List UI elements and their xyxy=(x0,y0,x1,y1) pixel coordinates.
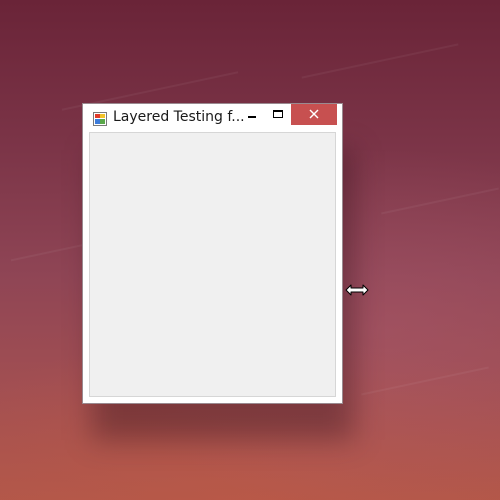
wallpaper-streak xyxy=(361,366,489,396)
maximize-button[interactable] xyxy=(265,104,291,125)
minimize-icon xyxy=(248,116,256,118)
app-window[interactable]: Layered Testing f... xyxy=(82,103,343,404)
close-button[interactable] xyxy=(291,104,337,125)
resize-horizontal-cursor-icon xyxy=(345,282,369,296)
title-bar[interactable]: Layered Testing f... xyxy=(83,104,342,132)
window-title: Layered Testing f... xyxy=(113,109,245,125)
wallpaper-streak xyxy=(381,187,499,215)
minimize-button[interactable] xyxy=(239,104,265,125)
client-area[interactable] xyxy=(89,132,336,397)
wallpaper-streak xyxy=(301,43,459,79)
windows-form-icon[interactable] xyxy=(93,111,107,126)
maximize-icon xyxy=(273,110,283,118)
close-icon xyxy=(291,104,337,125)
